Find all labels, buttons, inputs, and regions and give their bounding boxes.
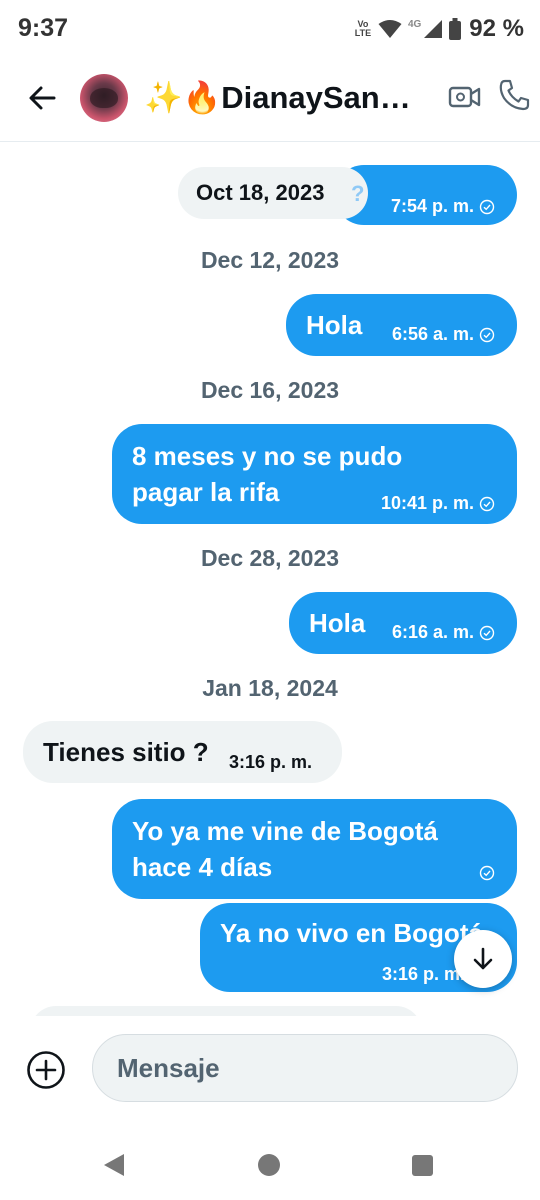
- voice-call-button[interactable]: [498, 78, 534, 114]
- nav-recents-icon[interactable]: [412, 1155, 433, 1176]
- floating-date-label: Oct 18, 2023: [178, 167, 368, 219]
- sent-check-icon: [479, 327, 495, 342]
- message-bubble-outgoing[interactable]: Hola 6:56 a. m.: [286, 294, 517, 356]
- sent-check-icon: [479, 625, 495, 640]
- contact-avatar[interactable]: [80, 74, 128, 122]
- status-icons: Vo LTE 4G 92 %: [354, 14, 524, 44]
- date-separator: Dec 12, 2023: [200, 247, 340, 273]
- message-bubble-outgoing[interactable]: Hola 6:16 a. m.: [289, 592, 517, 654]
- message-time: 6:16 a. m.: [391, 622, 474, 642]
- back-button[interactable]: [24, 80, 60, 116]
- message-text-line: pagar la rifa: [132, 477, 280, 507]
- message-time: 6:56 a. m.: [391, 324, 474, 344]
- message-bubble-outgoing[interactable]: 8 meses y no se pudo pagar la rifa 10:41…: [112, 424, 517, 524]
- wifi-icon: [378, 20, 402, 38]
- message-bubble-outgoing[interactable]: Yo ya me vine de Bogotá hace 4 días: [112, 799, 517, 899]
- network-type: 4G: [407, 18, 422, 30]
- date-separator: Jan 18, 2024: [202, 675, 338, 701]
- nav-back-icon[interactable]: [104, 1154, 124, 1176]
- message-meta: 3:16 p. m.: [382, 956, 465, 993]
- message-text: Hola: [309, 608, 366, 638]
- message-time: 3:16 p. m.: [229, 752, 313, 772]
- message-text: Tienes sitio ?: [43, 737, 209, 767]
- phone-icon: [499, 79, 530, 111]
- volte-indicator: Vo LTE: [354, 19, 372, 38]
- arrow-down-icon: [473, 947, 493, 970]
- scroll-to-bottom-button[interactable]: [454, 930, 512, 988]
- status-time: 9:37: [18, 14, 69, 42]
- message-meta: 6:56 a. m.: [392, 316, 495, 353]
- message-text: Ya no vivo en Bogotá: [220, 918, 483, 948]
- message-input[interactable]: [92, 1034, 518, 1102]
- conversation-header: ✨🔥DianaySan…: [0, 58, 540, 142]
- message-time: 10:41 p. m.: [380, 493, 474, 513]
- status-bar: 9:37 Vo LTE 4G 92 %: [0, 0, 540, 58]
- message-text-line: hace 4 días: [132, 852, 273, 882]
- message-meta: 3:16 p. m.: [229, 744, 312, 781]
- nav-home-icon[interactable]: [258, 1154, 280, 1176]
- message-meta: 7:54 p. m.: [391, 188, 495, 225]
- plus-circle-icon: [27, 1051, 65, 1089]
- date-separator: Dec 16, 2023: [200, 377, 340, 403]
- message-bubble-incoming[interactable]: Tienes sitio ? 3:16 p. m.: [23, 721, 342, 783]
- date-separator: Dec 28, 2023: [200, 545, 340, 571]
- sent-check-icon: [479, 865, 495, 881]
- partial-message-text: ?: [351, 181, 365, 206]
- message-time: 3:16 p. m.: [382, 964, 466, 984]
- message-meta: 6:16 a. m.: [392, 614, 495, 651]
- contact-name[interactable]: ✨🔥DianaySan…: [144, 79, 414, 116]
- message-list[interactable]: 7:54 p. m. Oct 18, 2023 ? Dec 12, 2023 H…: [0, 143, 540, 1016]
- video-camera-icon: [448, 86, 481, 108]
- add-attachment-button[interactable]: [26, 1050, 66, 1090]
- battery-icon: [449, 18, 462, 40]
- message-meta: [479, 865, 495, 881]
- message-time: 7:54 p. m.: [390, 196, 474, 216]
- sent-check-icon: [479, 199, 495, 214]
- cell-signal-icon: [424, 20, 443, 38]
- message-text-line: 8 meses y no se pudo: [132, 441, 403, 471]
- battery-percentage: 92 %: [469, 15, 524, 42]
- system-navigation-bar: [0, 1126, 540, 1200]
- message-text-line: Yo ya me vine de Bogotá: [132, 816, 438, 846]
- back-arrow-icon: [29, 86, 56, 110]
- video-call-button[interactable]: [448, 80, 484, 116]
- message-text: Hola: [306, 310, 363, 340]
- message-meta: 10:41 p. m.: [381, 485, 495, 522]
- sent-check-icon: [479, 496, 495, 511]
- message-composer: [0, 1016, 540, 1126]
